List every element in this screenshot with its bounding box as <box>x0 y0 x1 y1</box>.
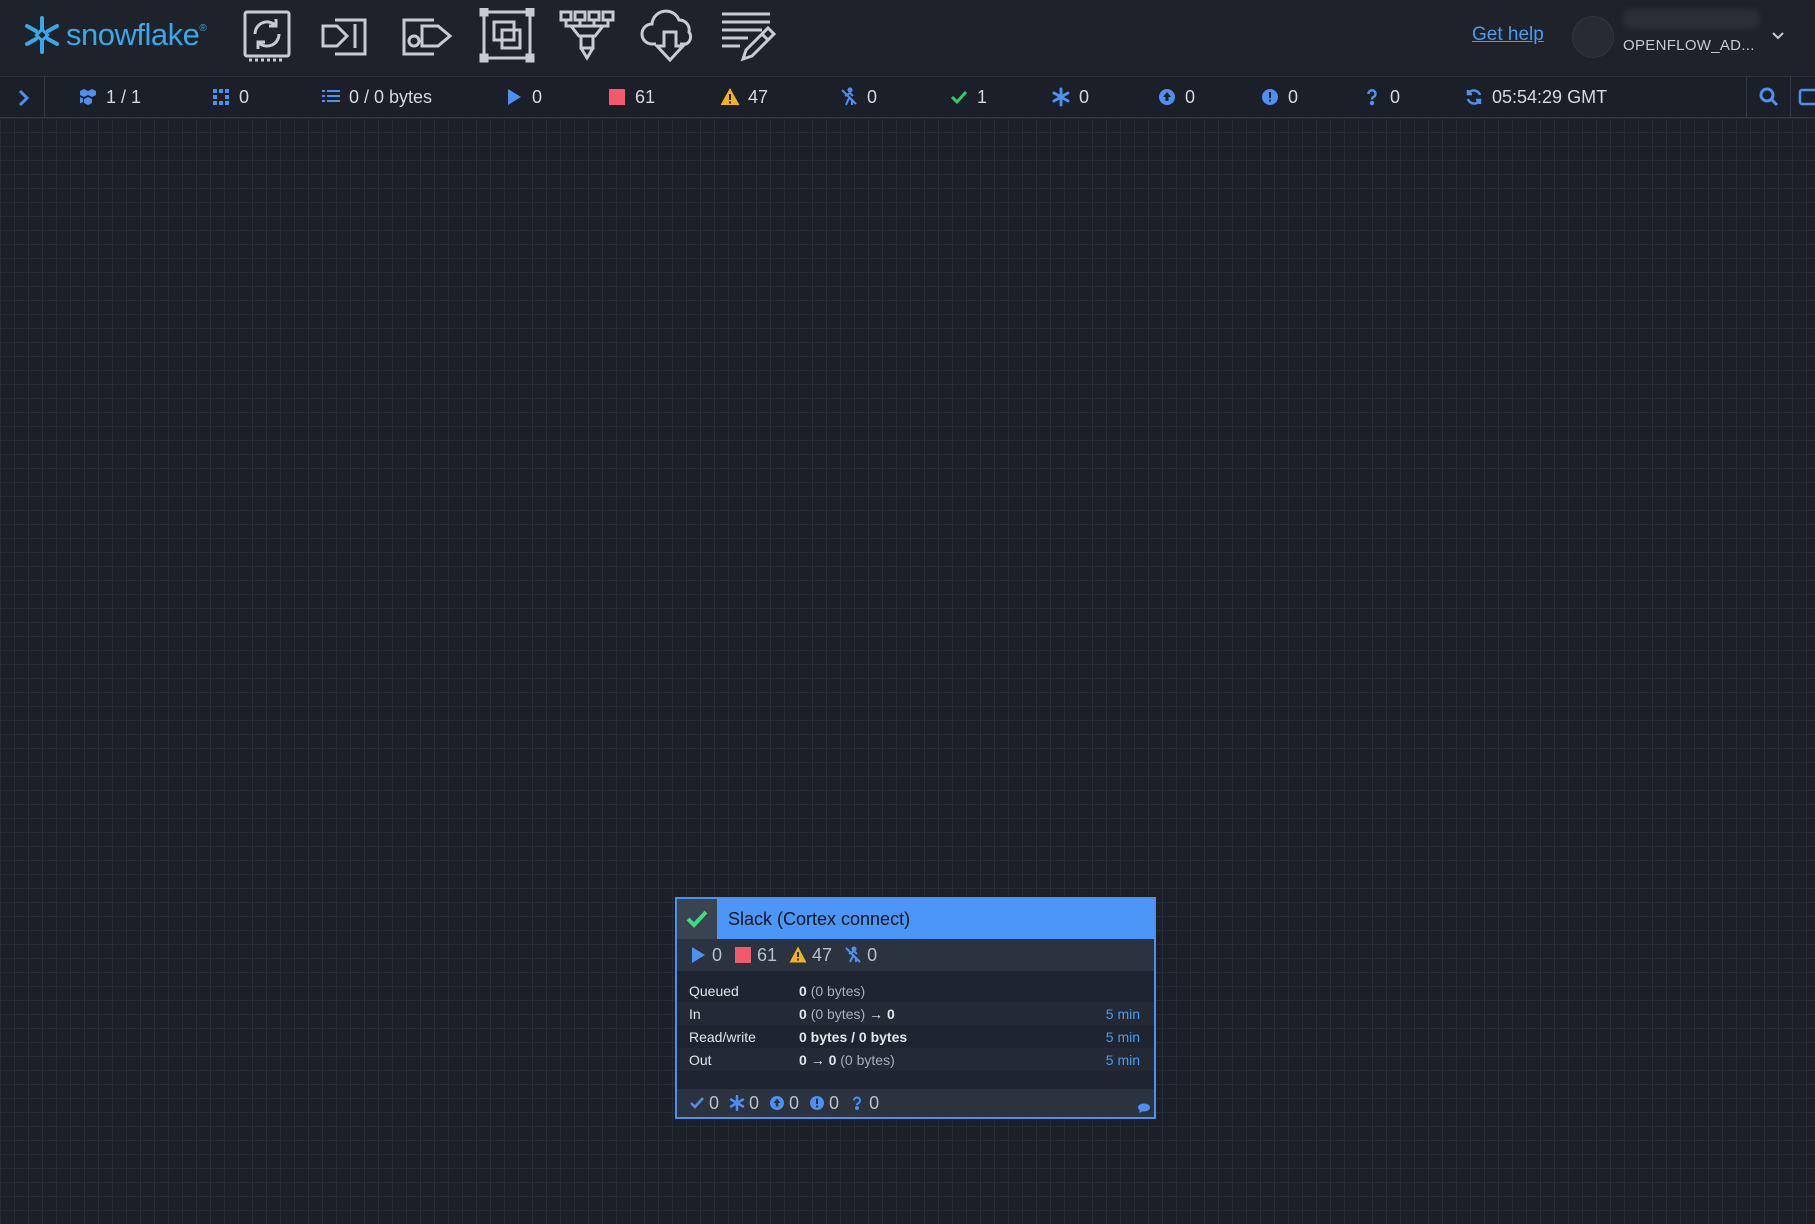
import-from-registry-icon <box>640 9 693 63</box>
stop-icon <box>735 947 752 963</box>
disabled-icon <box>845 946 861 963</box>
check-icon <box>690 1097 704 1109</box>
active-threads-status: 0 <box>211 86 249 108</box>
cubes-icon <box>78 87 98 107</box>
funnel-tool[interactable] <box>557 8 617 64</box>
get-help-link[interactable]: Get help <box>1472 24 1544 46</box>
warning-icon <box>789 946 807 963</box>
chevron-right-icon[interactable] <box>12 87 34 109</box>
sync-failure-status: 0 <box>1260 86 1298 108</box>
stop-icon <box>607 87 627 107</box>
process-group-icon <box>479 7 535 63</box>
process-group-name[interactable]: Slack (Cortex connect) <box>728 909 910 930</box>
disabled-icon <box>839 87 859 107</box>
process-group-component-counts: 0 61 47 0 <box>677 939 1154 971</box>
snowflake-logo[interactable]: snowflake® <box>22 12 207 58</box>
check-icon <box>949 87 969 107</box>
play-icon <box>504 87 524 107</box>
cluster-status: 1 / 1 <box>78 86 141 108</box>
pg-disabled-count: 0 <box>844 945 877 966</box>
pg-locally-modified-count: 0 <box>729 1093 759 1114</box>
input-port-tool[interactable] <box>317 8 377 64</box>
label-tool[interactable] <box>718 8 778 64</box>
read-write-row: Read/write 0 bytes / 0 bytes 5 min <box>689 1029 1140 1045</box>
disabled-status: 0 <box>839 86 877 108</box>
flow-status-bar: 1 / 1 0 0 / 0 bytes 0 61 47 0 1 0 0 0 0 … <box>0 77 1815 118</box>
pg-invalid-count: 47 <box>789 945 832 966</box>
queued-status: 0 / 0 bytes <box>321 86 432 108</box>
pg-running-count: 0 <box>689 945 722 966</box>
unknown-status: 0 <box>1362 86 1400 108</box>
logo-wordmark: snowflake® <box>66 17 207 52</box>
play-icon <box>692 947 705 963</box>
check-icon <box>686 910 708 928</box>
pg-unknown-count: 0 <box>849 1093 879 1114</box>
in-row: In 0 (0 bytes) → 0 5 min <box>677 1002 1154 1025</box>
chevron-down-icon[interactable] <box>1768 25 1788 45</box>
search-icon[interactable] <box>1758 86 1780 108</box>
process-group-header[interactable]: Slack (Cortex connect) <box>677 899 1154 939</box>
stopped-status: 61 <box>607 86 655 108</box>
output-port-tool[interactable] <box>398 8 458 64</box>
input-port-icon <box>321 18 367 56</box>
asterisk-icon <box>1051 87 1071 107</box>
process-group-stats: Queued 0 (0 bytes) In 0 (0 bytes) → 0 5 … <box>677 979 1154 1071</box>
queued-row: Queued 0 (0 bytes) <box>689 983 866 999</box>
top-header: snowflake® Get help OPENFLOW_AD... <box>0 0 1815 77</box>
panel-toggle-icon[interactable] <box>1798 86 1815 108</box>
comment-icon[interactable] <box>1138 1103 1150 1113</box>
arrow-circle-up-icon <box>1157 87 1177 107</box>
username[interactable]: OPENFLOW_AD... <box>1623 37 1755 54</box>
list-icon <box>321 87 341 107</box>
pg-sync-failure-count: 0 <box>809 1093 839 1114</box>
processor-tool[interactable] <box>237 8 297 64</box>
pg-up-to-date-count: 0 <box>689 1093 719 1114</box>
version-status-badge <box>677 899 717 939</box>
refresh-icon[interactable] <box>1464 87 1484 107</box>
warning-icon <box>720 87 740 107</box>
arrow-circle-up-icon <box>770 1096 785 1110</box>
running-status: 0 <box>504 86 542 108</box>
output-port-icon <box>402 18 453 56</box>
processor-icon <box>243 10 291 62</box>
redacted-account-name <box>1622 9 1760 29</box>
up-to-date-status: 1 <box>949 86 987 108</box>
pg-stopped-count: 61 <box>734 945 777 966</box>
out-row: Out 0 → 0 (0 bytes) 5 min <box>677 1048 1154 1071</box>
threads-icon <box>211 87 231 107</box>
status-divider <box>1790 77 1791 117</box>
funnel-icon <box>559 10 615 61</box>
asterisk-icon <box>729 1095 745 1111</box>
locally-modified-status: 0 <box>1051 86 1089 108</box>
status-divider <box>1746 77 1747 117</box>
pg-stale-count: 0 <box>769 1093 799 1114</box>
question-icon <box>1362 87 1382 107</box>
last-refreshed-status[interactable]: 05:54:29 GMT <box>1464 86 1607 108</box>
process-group-card[interactable]: Slack (Cortex connect) 0 61 47 0 Queued … <box>675 897 1156 1119</box>
stale-status: 0 <box>1157 86 1195 108</box>
import-from-registry-tool[interactable] <box>640 8 700 64</box>
process-group-tool[interactable] <box>478 7 538 64</box>
avatar[interactable] <box>1572 16 1614 58</box>
process-group-version-counts: 0 0 0 0 0 <box>677 1089 1154 1117</box>
question-icon <box>853 1096 862 1110</box>
exclamation-circle-icon <box>1260 87 1280 107</box>
exclamation-circle-icon <box>810 1096 825 1110</box>
label-icon <box>722 12 777 62</box>
snowflake-logo-icon <box>25 16 59 54</box>
status-divider <box>44 77 45 117</box>
invalid-status: 47 <box>720 86 768 108</box>
